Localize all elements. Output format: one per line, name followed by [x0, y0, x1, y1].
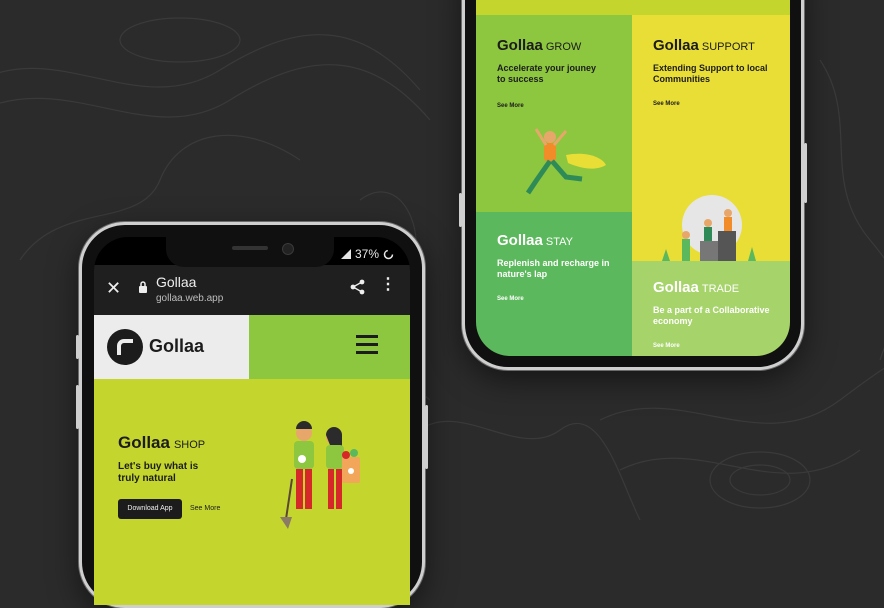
download-app-button[interactable]: Download App [118, 499, 182, 519]
see-more-link[interactable]: See More [190, 505, 220, 512]
browser-page-title: Gollaa [156, 274, 197, 290]
support-brand-name: Gollaa [653, 37, 699, 54]
support-tagline: Extending Support to local Communities [653, 63, 768, 84]
speaker-grille [232, 246, 268, 250]
logo-text: Gollaa [149, 336, 205, 356]
trade-tagline: Be a part of a Collaborative economy [653, 305, 770, 326]
signal-icon [340, 249, 351, 259]
loading-icon [383, 249, 394, 259]
phone-notch [166, 237, 334, 267]
browser-url[interactable]: gollaa.web.app [156, 293, 223, 304]
logo-mark-icon [107, 329, 143, 365]
status-bar: 37% [340, 247, 394, 261]
hero-brand: Gollaa SHOP [118, 433, 205, 453]
volume-button [459, 193, 462, 227]
hero-section-name: SHOP [173, 439, 206, 451]
more-vertical-icon[interactable]: ⋮ [380, 277, 396, 293]
community-illustration [662, 195, 756, 261]
trade-brand: Gollaa TRADE [653, 279, 739, 296]
shop-hero: Gollaa SHOP Let's buy what is truly natur… [94, 379, 410, 605]
power-button [804, 143, 807, 203]
support-card[interactable]: Gollaa SUPPORT Extending Support to local… [632, 15, 790, 261]
browser-toolbar: ✕ Gollaa gollaa.web.app ⋮ [94, 265, 410, 315]
mute-switch [76, 335, 79, 359]
site-logo[interactable]: Gollaa [94, 315, 249, 379]
front-camera [282, 243, 294, 255]
grow-section-name: GROW [545, 41, 582, 53]
stay-section-name: STAY [545, 236, 573, 248]
right-phone-screen: Gollaa GROW Accelerate your jouney to suc… [476, 0, 790, 356]
stay-see-more-link[interactable]: See More [497, 296, 524, 302]
close-icon[interactable]: ✕ [106, 278, 121, 299]
menu-area [249, 315, 410, 379]
share-icon[interactable] [350, 279, 366, 295]
volume-up-button [76, 385, 79, 429]
lock-icon [139, 281, 147, 293]
services-grid: Gollaa GROW Accelerate your jouney to suc… [476, 0, 790, 356]
power-button [425, 405, 428, 469]
grow-see-more-link[interactable]: See More [497, 103, 524, 109]
trade-see-more-link[interactable]: See More [653, 343, 680, 349]
stay-brand: Gollaa STAY [497, 232, 573, 249]
support-section-name: SUPPORT [701, 41, 755, 53]
grow-brand: Gollaa GROW [497, 37, 581, 54]
farmers-illustration [280, 421, 360, 529]
left-phone-mockup: 37% ✕ Gollaa gollaa.web.app ⋮ Gollaa Gol… [76, 222, 428, 608]
top-strip [476, 0, 790, 15]
stay-tagline: Replenish and recharge in nature's lap [497, 258, 610, 279]
right-phone-mockup: Gollaa GROW Accelerate your jouney to suc… [459, 0, 807, 370]
runner-illustration [525, 128, 606, 195]
trade-section-name: TRADE [701, 283, 740, 295]
hero-tagline: Let's buy what is truly natural [118, 461, 199, 484]
support-see-more-link[interactable]: See More [653, 101, 680, 107]
trade-card[interactable]: Gollaa TRADE Be a part of a Collaborative… [632, 261, 790, 356]
hero-brand-name: Gollaa [118, 433, 170, 452]
stay-brand-name: Gollaa [497, 232, 543, 249]
grow-tagline: Accelerate your jouney to success [497, 63, 597, 84]
battery-percent: 37% [354, 247, 379, 261]
grow-card[interactable]: Gollaa GROW Accelerate your jouney to suc… [476, 15, 632, 212]
grow-brand-name: Gollaa [497, 37, 543, 54]
trade-brand-name: Gollaa [653, 279, 699, 296]
stay-card[interactable]: Gollaa STAY Replenish and recharge in nat… [476, 212, 632, 356]
hamburger-menu-icon[interactable] [356, 335, 378, 359]
left-phone-screen: 37% ✕ Gollaa gollaa.web.app ⋮ Gollaa Gol… [94, 237, 410, 605]
site-header: Gollaa [94, 315, 410, 379]
support-brand: Gollaa SUPPORT [653, 37, 755, 54]
